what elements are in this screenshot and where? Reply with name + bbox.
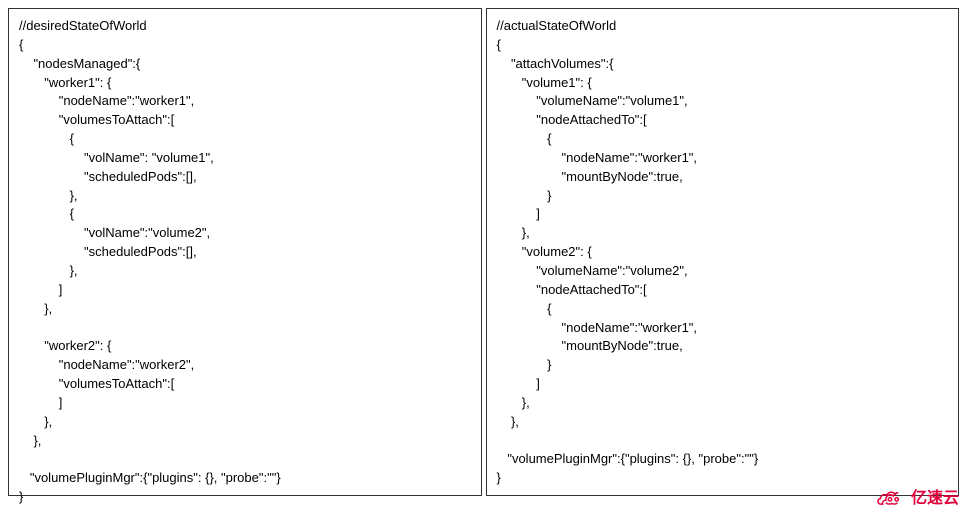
cloud-icon [873,486,907,506]
code-compare-container: //desiredStateOfWorld { "nodesManaged":{… [8,8,959,496]
actual-state-panel: //actualStateOfWorld { "attachVolumes":{… [486,8,960,496]
brand-text: 亿速云 [911,484,959,508]
desired-state-panel: //desiredStateOfWorld { "nodesManaged":{… [8,8,482,496]
brand-logo: 亿速云 [873,484,959,508]
